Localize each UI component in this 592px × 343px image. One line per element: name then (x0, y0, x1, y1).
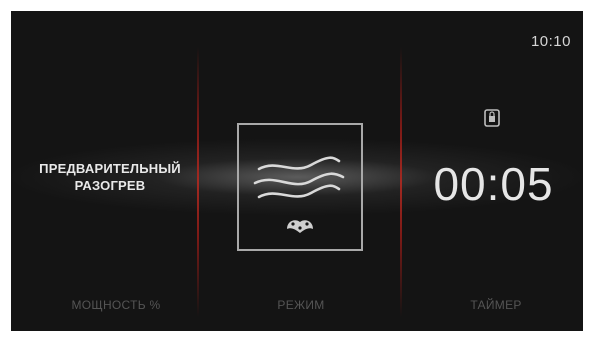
program-title[interactable]: ПРЕДВАРИТЕЛЬНЫЙ РАЗОГРЕВ (25, 160, 195, 194)
oven-display: 10:10 ПРЕДВАРИТЕЛЬНЫЙ РАЗОГРЕВ 00:05 МОЩ… (11, 11, 583, 331)
program-title-line2: РАЗОГРЕВ (74, 178, 146, 193)
timer-button[interactable]: ТАЙМЕР (401, 298, 583, 312)
child-lock-icon[interactable] (484, 109, 500, 127)
program-title-line1: ПРЕДВАРИТЕЛЬНЫЙ (39, 161, 181, 176)
divider-right (400, 47, 402, 317)
divider-left (197, 47, 199, 317)
convection-heat-icon (253, 156, 345, 233)
timer-value[interactable]: 00:05 (416, 158, 571, 210)
mode-button[interactable]: РЕЖИМ (206, 298, 396, 312)
clock: 10:10 (530, 33, 571, 50)
power-percent-button[interactable]: МОЩНОСТЬ % (31, 298, 201, 312)
mode-selector[interactable] (237, 123, 363, 251)
fan-icon (287, 220, 313, 233)
